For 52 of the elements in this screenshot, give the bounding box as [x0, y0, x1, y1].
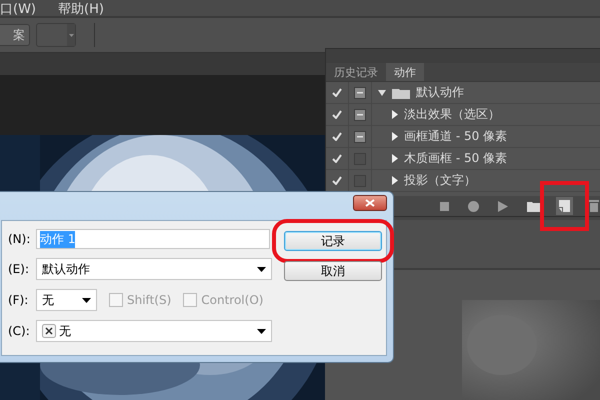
- dialog-toggle-icon[interactable]: [354, 108, 366, 120]
- folder-icon: [527, 200, 540, 212]
- field-label: (C):: [8, 324, 31, 338]
- checkbox[interactable]: [183, 293, 198, 307]
- close-icon: [365, 199, 375, 207]
- action-label[interactable]: 画框通道 - 50 像素: [404, 128, 508, 145]
- name-input-field[interactable]: 动作 1: [36, 229, 270, 249]
- dialog-toggle-icon[interactable]: [354, 86, 366, 98]
- set-select[interactable]: 默认动作: [36, 258, 272, 280]
- field-label: (E):: [8, 262, 30, 276]
- action-label[interactable]: 投影（文字）: [404, 172, 476, 189]
- checkbox-label: Control(O): [201, 293, 264, 307]
- close-button[interactable]: [353, 195, 387, 211]
- color-select[interactable]: 无: [36, 320, 272, 342]
- checkmark-icon[interactable]: [332, 176, 342, 185]
- dialog-toggle-icon[interactable]: [354, 130, 366, 142]
- collapse-triangle-icon[interactable]: [392, 154, 398, 163]
- function-key-select[interactable]: 无: [36, 289, 97, 311]
- menu-item[interactable]: 口(W): [0, 3, 36, 16]
- expand-triangle-icon[interactable]: [378, 90, 386, 96]
- collapse-triangle-icon[interactable]: [392, 110, 398, 119]
- field-label: (N):: [8, 232, 32, 246]
- toolbar-button[interactable]: 案: [0, 24, 30, 46]
- folder-icon: [392, 86, 410, 98]
- collapse-triangle-icon[interactable]: [392, 132, 398, 141]
- dialog-button[interactable]: 取消: [284, 261, 382, 281]
- checkmark-icon[interactable]: [332, 154, 342, 163]
- dialog-button[interactable]: 记录: [284, 231, 382, 251]
- checkmark-icon[interactable]: [332, 132, 342, 141]
- new-button[interactable]: [556, 197, 573, 215]
- checkmark-icon[interactable]: [332, 110, 342, 119]
- stop-icon: [440, 202, 449, 210]
- play-icon: [498, 200, 508, 212]
- no-color-icon: [42, 324, 56, 338]
- menu-item[interactable]: 帮助(H): [58, 3, 104, 16]
- action-label[interactable]: 默认动作: [416, 84, 464, 101]
- action-label[interactable]: 淡出效果（选区）: [404, 106, 500, 123]
- trash-icon: [589, 200, 599, 212]
- caret-icon: [82, 298, 91, 302]
- checkbox[interactable]: [109, 293, 123, 307]
- caret-icon: [68, 34, 74, 36]
- caret-icon: [257, 328, 266, 334]
- new-item-icon: [559, 200, 570, 212]
- field-label: (F):: [8, 293, 30, 307]
- record-icon: [468, 200, 479, 212]
- caret-icon: [257, 266, 266, 272]
- checkbox-label: Shift(S): [127, 293, 172, 307]
- action-label[interactable]: 木质画框 - 50 像素: [404, 150, 508, 167]
- trash-button[interactable]: [586, 197, 600, 215]
- panel-tab[interactable]: 动作: [386, 63, 424, 81]
- checkmark-icon[interactable]: [332, 88, 342, 97]
- collapse-triangle-icon[interactable]: [392, 176, 398, 185]
